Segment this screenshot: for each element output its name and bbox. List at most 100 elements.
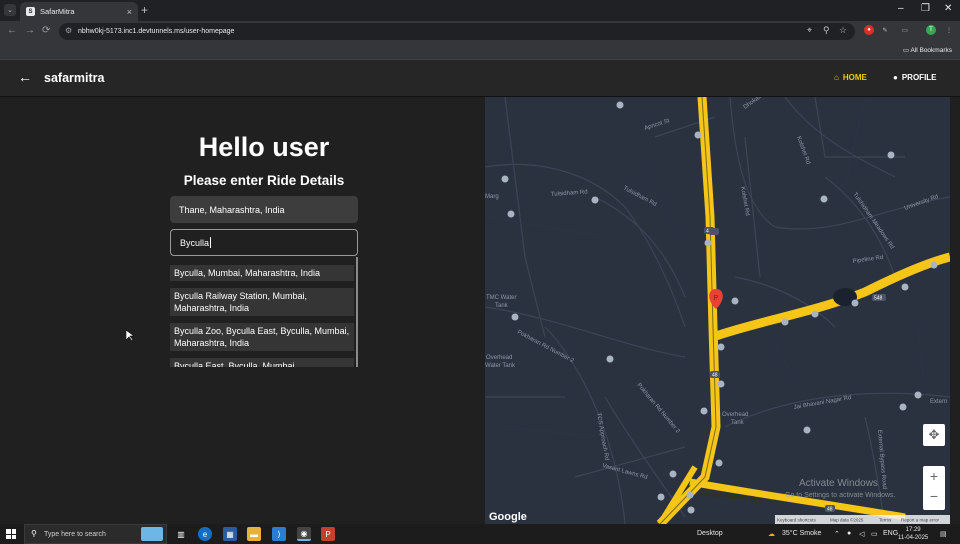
powerpoint-icon[interactable]: P [321,527,335,541]
site-info-icon[interactable]: ⚙ [65,26,72,35]
forward-arrow-icon[interactable]: → [25,25,35,36]
nav-home[interactable]: ⌂ HOME [834,73,867,82]
map-label: Tulshidham Meadows Rd [851,192,895,251]
chrome-icon[interactable]: ◉ [297,527,311,541]
windows-start-icon[interactable] [6,529,16,539]
zoom-control: + − [923,466,945,510]
clock-date: 11-04-2025 [898,535,929,541]
keyboard-shortcuts-link: Keyboard shortcuts [777,518,817,523]
map-label: Tulsidham Rd [551,189,588,198]
route-shield: 548 [874,296,883,302]
vscode-icon[interactable]: ⟩ [272,527,286,541]
map-label: Pokharan Rd Number 2 [635,382,681,435]
pickup-input[interactable]: Thane, Maharashtra, India [170,196,358,223]
nav-home-label: HOME [842,73,867,82]
report-map-error-link: Report a map error [901,518,940,523]
app-navbar: ← safarmitra ⌂ HOME ● PROFILE [0,60,960,97]
taskbar-search-input[interactable]: ⚲ Type here to search [24,524,167,544]
tab-title: SafarMitra [40,7,75,16]
map-label: Pipeline Rd [852,255,883,265]
nav-profile[interactable]: ● PROFILE [893,73,937,82]
page-scrollbar[interactable] [950,97,960,524]
bookmarks-bar: ▭ All Bookmarks [0,42,960,60]
profile-avatar[interactable]: T [926,25,936,35]
store-icon[interactable]: ▦ [223,527,237,541]
route-shield: 48 [712,373,718,379]
volume-icon[interactable]: ◁ [859,530,864,538]
weather-icon[interactable]: ☁ [768,530,775,538]
language-indicator[interactable]: ENG [883,530,898,537]
favicon-icon: S [26,7,35,16]
restore-icon[interactable]: ❐ [921,3,930,14]
zoom-in-button[interactable]: + [923,466,945,486]
route-shield: 48 [827,507,833,513]
browser-tab-strip: ⌄ S SafarMitra × + – ❐ ✕ [0,0,960,21]
map-label: Water Tank [485,363,516,369]
side-panel-icon[interactable]: ▭ [900,25,910,35]
suggestion-list[interactable]: Byculla, Mumbai, Maharashtra, India Bycu… [170,257,358,367]
notifications-icon[interactable]: ▤ [940,530,947,538]
minimize-icon[interactable]: – [898,3,904,14]
zoom-icon[interactable]: ⚲ [823,25,830,36]
browser-tab[interactable]: S SafarMitra × [20,2,138,21]
all-bookmarks-label: All Bookmarks [910,47,952,54]
map-label: Tank [495,303,509,309]
weather-text[interactable]: 35°C Smoke [782,530,821,537]
map-label: Tank [731,420,745,426]
map-label: Marg [485,194,499,200]
nav-profile-label: PROFILE [901,73,937,82]
extension-puzzle-icon[interactable]: ✎ [880,25,890,35]
map-label: Apricot St [644,118,671,132]
map-canvas: Marg Tulsidham Rd Tulsidham Rd Apricot S… [485,97,950,524]
clock-time: 17:29 [905,527,921,533]
extension-icon[interactable]: ● [864,25,874,35]
desktop-toolbar[interactable]: Desktop [697,530,723,537]
taskbar-search-placeholder: Type here to search [44,530,106,538]
edge-browser-icon[interactable]: e [198,527,212,541]
tab-search-icon[interactable]: ⌄ [4,4,16,16]
destination-input-value: Byculla [180,237,210,248]
map-label: Vasant Lawns Rd [601,463,648,481]
text-caret [210,237,212,248]
map-view[interactable]: Marg Tulsidham Rd Tulsidham Rd Apricot S… [485,97,950,524]
map-label: Overhead [722,412,748,418]
network-icon[interactable]: ▭ [871,530,878,538]
mouse-cursor-icon [126,330,134,342]
map-label: Pokharan Rd Number 2 [516,329,575,364]
map-label: Dhokali - Balkum Rd [743,97,791,111]
back-arrow-icon[interactable]: ← [7,25,17,36]
suggestion-item[interactable]: Byculla, Mumbai, Maharashtra, India [170,265,354,281]
windows-taskbar: ⚲ Type here to search ▥ e ▦ ▬ ⟩ ◉ P Desk… [0,524,960,544]
browser-menu-icon[interactable]: ⋮ [944,25,954,35]
reload-icon[interactable]: ⟳ [42,25,50,36]
task-view-icon[interactable]: ▥ [174,527,188,541]
address-bar[interactable]: ⚙ nbhw0kj-5173.inc1.devtunnels.ms/user-h… [59,23,855,40]
search-icon: ⚲ [31,529,37,538]
marker-label: P [714,295,719,302]
microphone-icon[interactable]: ● [847,530,851,537]
file-explorer-icon[interactable]: ▬ [247,527,261,541]
map-label: Overhead [486,355,512,361]
tab-close-icon[interactable]: × [127,7,132,17]
clock[interactable]: 17:29 11-04-2025 [898,526,928,542]
location-icon[interactable]: ⌖ [807,25,812,36]
zoom-out-button[interactable]: − [923,486,945,506]
profile-avatar-initial: T [929,27,933,33]
all-bookmarks-button[interactable]: ▭ All Bookmarks [903,46,952,54]
new-tab-icon[interactable]: + [141,3,148,17]
suggestion-item[interactable]: Byculla East, Byculla, Mumbai, [170,358,354,367]
brand-logo[interactable]: safarmitra [44,71,104,85]
back-arrow-icon[interactable]: ← [18,69,32,85]
map-label: Extern [930,399,947,405]
activation-watermark-text: Go to Settings to activate Windows. [785,492,896,499]
tray-overflow-icon[interactable]: ⌃ [834,530,840,538]
map-label: Kolshet Rd [795,136,811,166]
suggestion-item[interactable]: Byculla Railway Station, Mumbai, Maharas… [170,288,354,316]
map-camera-control-icon[interactable]: ✥ [923,424,945,446]
map-label: Tulsidham Rd [622,185,657,208]
close-window-icon[interactable]: ✕ [944,3,952,14]
destination-input[interactable]: Byculla [170,229,358,256]
bookmark-star-icon[interactable]: ☆ [839,25,847,36]
suggestion-item[interactable]: Byculla Zoo, Byculla East, Byculla, Mumb… [170,323,354,351]
map-label: University Rd [904,194,940,212]
